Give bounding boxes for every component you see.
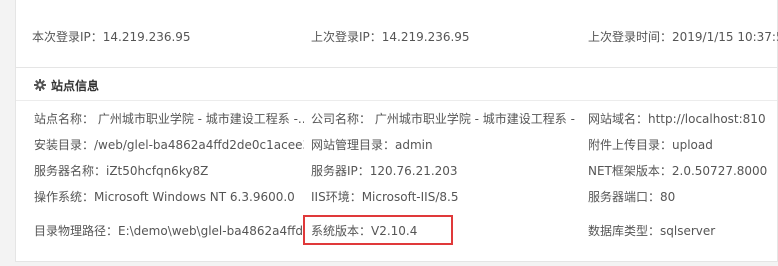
site-info-header: 站点信息	[34, 75, 99, 95]
info-row: 站点名称： 广州城市职业学院 - 城市建设工程系 -... 公司名称： 广州城市…	[16, 106, 777, 132]
login-info-panel: 本次登录IP：14.219.236.95 上次登录IP：14.219.236.9…	[15, 0, 778, 68]
info-row: 安装目录：/web/glel-ba4862a4ffd2de0c1acee3...…	[16, 132, 777, 158]
site-name: 站点名称： 广州城市职业学院 - 城市建设工程系 -...	[34, 112, 304, 126]
net-framework-version: NET框架版本：2.0.50727.8000	[588, 164, 768, 178]
company-name: 公司名称： 广州城市职业学院 - 城市建设工程系 -...	[311, 112, 576, 126]
current-login-ip: 本次登录IP：14.219.236.95	[32, 30, 191, 44]
physical-path: 目录物理路径：E:\demo\web\glel-ba4862a4ffd...	[34, 224, 304, 238]
server-ip: 服务器IP：120.76.21.203	[311, 164, 458, 178]
site-domain: 网站域名：http://localhost:810	[588, 112, 766, 126]
site-info-title: 站点信息	[51, 78, 100, 93]
database-type: 数据库类型：sqlserver	[588, 224, 716, 238]
last-login-ip: 上次登录IP：14.219.236.95	[311, 30, 470, 44]
admin-directory: 网站管理目录：admin	[311, 138, 433, 152]
gear-icon	[34, 79, 46, 91]
site-info-panel: 站点信息 站点名称： 广州城市职业学院 - 城市建设工程系 -... 公司名称：…	[15, 68, 778, 262]
upload-directory: 附件上传目录：upload	[588, 138, 713, 152]
last-login-time: 上次登录时间：2019/1/15 10:37:58	[588, 30, 778, 44]
info-row: 操作系统：Microsoft Windows NT 6.3.9600.0 IIS…	[16, 184, 777, 210]
info-row: 服务器名称：iZt50hcfqn6ky8Z 服务器IP：120.76.21.20…	[16, 158, 777, 184]
header-divider	[16, 100, 777, 101]
operating-system: 操作系统：Microsoft Windows NT 6.3.9600.0	[34, 190, 295, 204]
system-version-highlight	[303, 215, 453, 245]
server-name: 服务器名称：iZt50hcfqn6ky8Z	[34, 164, 209, 178]
iis-environment: IIS环境：Microsoft-IIS/8.5	[311, 190, 459, 204]
install-directory: 安装目录：/web/glel-ba4862a4ffd2de0c1acee3...	[34, 138, 304, 152]
server-port: 服务器端口：80	[588, 190, 676, 204]
